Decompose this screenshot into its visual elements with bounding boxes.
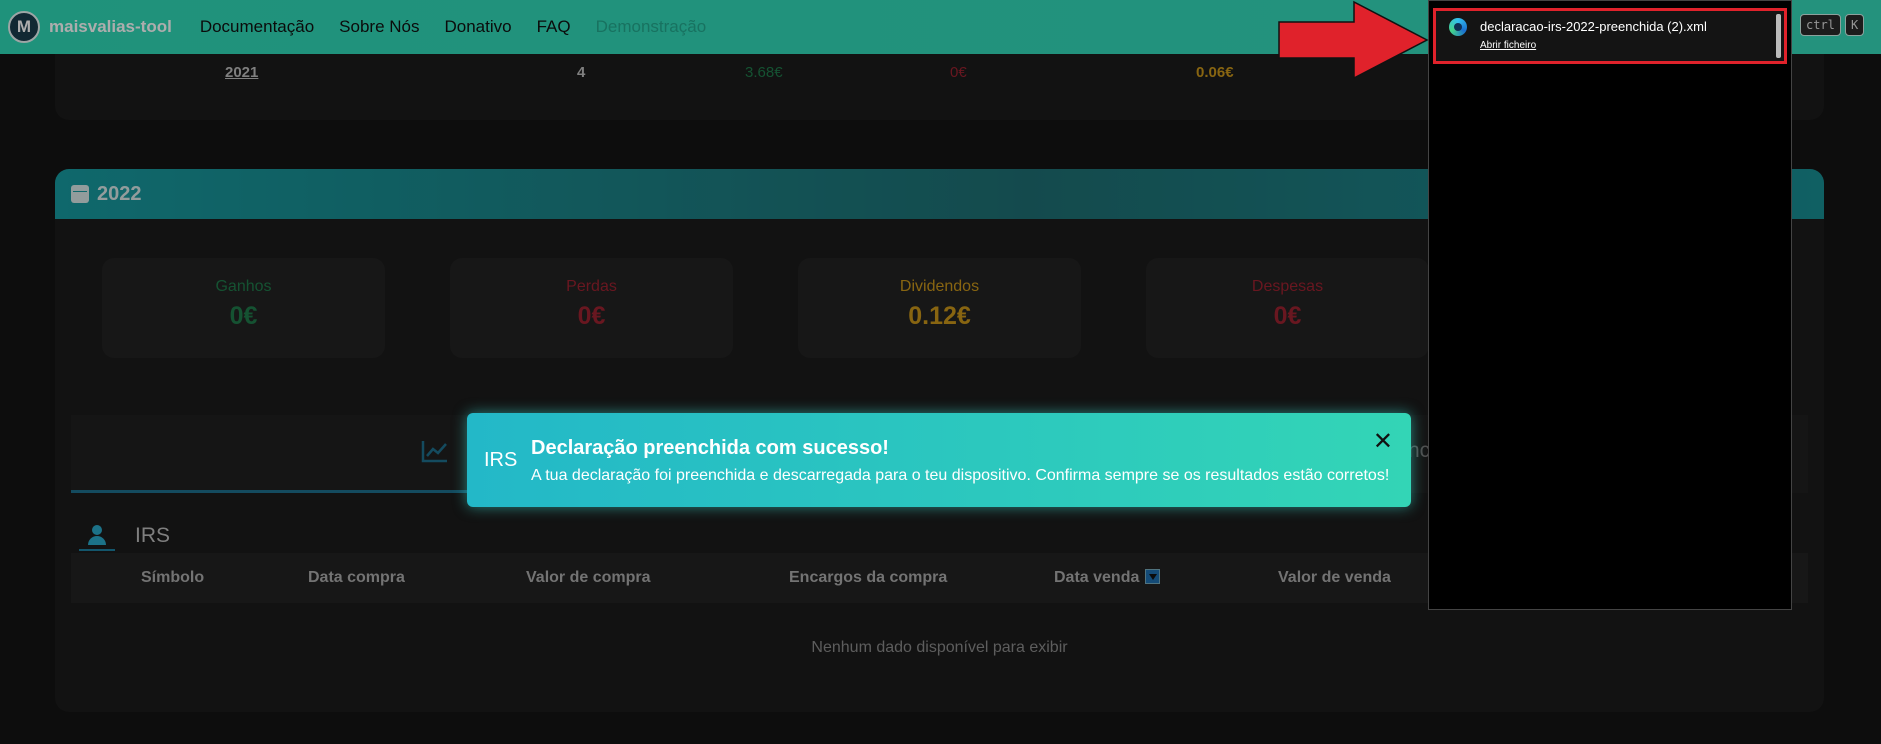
success-toast: IRS Declaração preenchida com sucesso! A… [467,413,1411,507]
close-icon[interactable]: ✕ [1373,427,1393,456]
download-file-name[interactable]: declaracao-irs-2022-preenchida (2).xml [1480,19,1707,34]
download-item[interactable]: declaracao-irs-2022-preenchida (2).xml A… [1433,8,1787,64]
red-arrow-annotation [1278,0,1429,80]
toast-tag: IRS [484,449,518,471]
downloads-panel: declaracao-irs-2022-preenchida (2).xml A… [1428,0,1792,610]
scrollbar[interactable] [1776,14,1781,58]
edge-browser-icon [1449,18,1467,36]
toast-title: Declaração preenchida com sucesso! [531,437,889,459]
toast-message: A tua declaração foi preenchida e descar… [531,467,1390,484]
open-file-link[interactable]: Abrir ficheiro [1480,40,1536,51]
